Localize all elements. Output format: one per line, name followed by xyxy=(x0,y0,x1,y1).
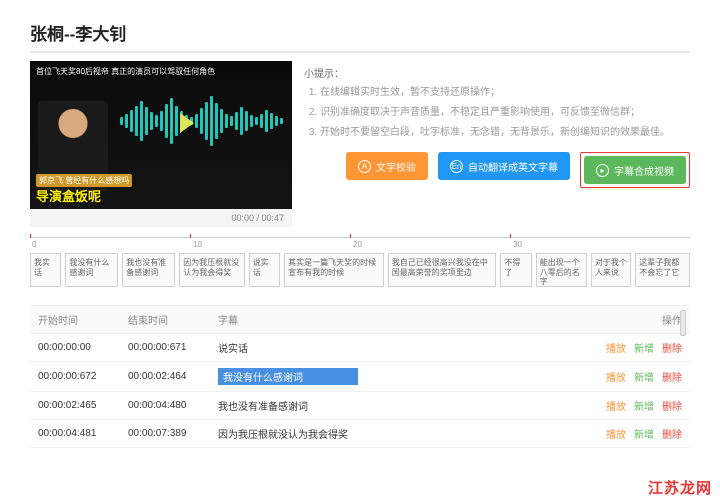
segment[interactable]: 因为我压根就没认为我会得奖 xyxy=(179,253,245,287)
del-link[interactable]: 删除 xyxy=(662,340,682,355)
del-link[interactable]: 删除 xyxy=(662,369,682,384)
tips-list: 在线编辑实时生效，暂不支持还原操作； 识别准确度取决于声音质量，不稳定且严重影响… xyxy=(304,86,690,140)
cell-start: 00:00:00:672 xyxy=(38,371,128,382)
time-display: 00:00 / 00:47 xyxy=(231,213,284,223)
add-link[interactable]: 新增 xyxy=(634,398,654,413)
cell-ops: 播放新增删除 xyxy=(572,398,682,413)
segment[interactable]: 这辈子我都不会忘了它 xyxy=(635,253,690,287)
cell-start: 00:00:00:00 xyxy=(38,342,128,353)
cell-end: 00:00:07:389 xyxy=(128,428,218,439)
segment[interactable]: 我自己已经很高兴我没在中国最高荣誉的奖项里边 xyxy=(388,253,497,287)
edit-link[interactable]: 播放 xyxy=(606,398,626,413)
cell-end: 00:00:04:480 xyxy=(128,400,218,411)
subtitle-table: 开始时间 结束时间 字幕 操作 00:00:00:0000:00:00:671说… xyxy=(30,305,690,448)
play-icon[interactable] xyxy=(180,113,194,133)
add-link[interactable]: 新增 xyxy=(634,369,654,384)
cell-sub[interactable]: 说实话 xyxy=(218,340,572,355)
col-sub: 字幕 xyxy=(218,312,572,327)
ruler-mark: 10 xyxy=(193,240,202,249)
watermark: 江苏龙网 xyxy=(648,477,712,498)
col-ops: 操作 xyxy=(572,312,682,327)
overlay-text: 首位飞天奖80后视帝 真正的演员可以驾驭任何角色 xyxy=(36,67,286,77)
ruler-mark: 0 xyxy=(32,240,36,249)
edit-link[interactable]: 播放 xyxy=(606,369,626,384)
col-end: 结束时间 xyxy=(128,312,218,327)
cell-ops: 播放新增删除 xyxy=(572,426,682,441)
segment[interactable]: 对于我个人来说 xyxy=(591,253,631,287)
edit-link[interactable]: 播放 xyxy=(606,340,626,355)
edit-link[interactable]: 播放 xyxy=(606,426,626,441)
del-link[interactable]: 删除 xyxy=(662,398,682,413)
segment[interactable]: 我没有什么感谢词 xyxy=(65,253,118,287)
translate-button[interactable]: En自动翻译成英文字幕 xyxy=(438,152,570,180)
cell-start: 00:00:04:481 xyxy=(38,428,128,439)
cell-end: 00:00:00:671 xyxy=(128,342,218,353)
film-icon: ▸ xyxy=(596,164,609,177)
cell-end: 00:00:02:464 xyxy=(128,371,218,382)
timeline-ruler[interactable]: 0 10 20 30 xyxy=(30,237,690,251)
tip-item: 开始时不要留空白段，吐字标准，无念错，无背景乐，新创编知识的效果最佳。 xyxy=(320,126,690,140)
add-link[interactable]: 新增 xyxy=(634,340,654,355)
table-row: 00:00:04:48100:00:07:389因为我压根就没认为我会得奖播放新… xyxy=(30,420,690,448)
cell-sub[interactable]: 我也没有准备感谢词 xyxy=(218,398,572,413)
highlight-box: ▸字幕合成视频 xyxy=(580,152,690,188)
add-link[interactable]: 新增 xyxy=(634,426,654,441)
scroll-handle[interactable] xyxy=(680,310,686,336)
del-link[interactable]: 删除 xyxy=(662,426,682,441)
segment-lane[interactable]: 我实话我没有什么感谢词我也没有准备感谢词因为我压根就没认为我会得奖说实话其实是一… xyxy=(30,253,690,287)
cell-ops: 播放新增删除 xyxy=(572,369,682,384)
segment[interactable]: 不得了 xyxy=(500,253,531,287)
burned-caption: 导演盒饭呢 xyxy=(36,186,101,205)
segment[interactable]: 能出现一个八零后的名字 xyxy=(536,253,587,287)
tips-panel: 小提示： 在线编辑实时生效，暂不支持还原操作； 识别准确度取决于声音质量，不稳定… xyxy=(304,61,690,227)
tip-item: 在线编辑实时生效，暂不支持还原操作； xyxy=(320,86,690,100)
waveform-icon xyxy=(120,91,286,151)
table-row: 00:00:02:46500:00:04:480我也没有准备感谢词播放新增删除 xyxy=(30,392,690,420)
globe-icon: En xyxy=(450,160,463,173)
compose-video-button[interactable]: ▸字幕合成视频 xyxy=(584,156,686,184)
segment[interactable]: 我实话 xyxy=(30,253,61,287)
segment[interactable]: 其实是一篇飞天奖的时候宣布有我的时候 xyxy=(284,253,384,287)
proofread-button[interactable]: A文字校验 xyxy=(346,152,428,180)
cell-sub[interactable] xyxy=(218,368,572,385)
progress-bar[interactable]: 00:00 / 00:47 xyxy=(30,209,292,227)
cell-sub[interactable]: 因为我压根就没认为我会得奖 xyxy=(218,426,572,441)
page-title: 张桐--李大钊 xyxy=(30,20,690,53)
segment[interactable]: 我也没有准备感谢词 xyxy=(122,253,175,287)
ruler-mark: 30 xyxy=(513,240,522,249)
text-icon: A xyxy=(358,160,371,173)
video-player[interactable]: 首位飞天奖80后视帝 真正的演员可以驾驭任何角色 郭京飞 曾经有什么感想吗 导演… xyxy=(30,61,292,227)
col-start: 开始时间 xyxy=(38,312,128,327)
subtitle-input[interactable] xyxy=(218,368,358,385)
tip-item: 识别准确度取决于声音质量，不稳定且严重影响使用，可反馈至微信群； xyxy=(320,106,690,120)
tips-heading: 小提示： xyxy=(304,65,690,80)
table-row: 00:00:00:67200:00:02:464 播放新增删除 xyxy=(30,362,690,392)
segment[interactable]: 说实话 xyxy=(249,253,280,287)
ruler-mark: 20 xyxy=(353,240,362,249)
cell-start: 00:00:02:465 xyxy=(38,400,128,411)
cell-ops: 播放新增删除 xyxy=(572,340,682,355)
table-row: 00:00:00:0000:00:00:671说实话播放新增删除 xyxy=(30,334,690,362)
